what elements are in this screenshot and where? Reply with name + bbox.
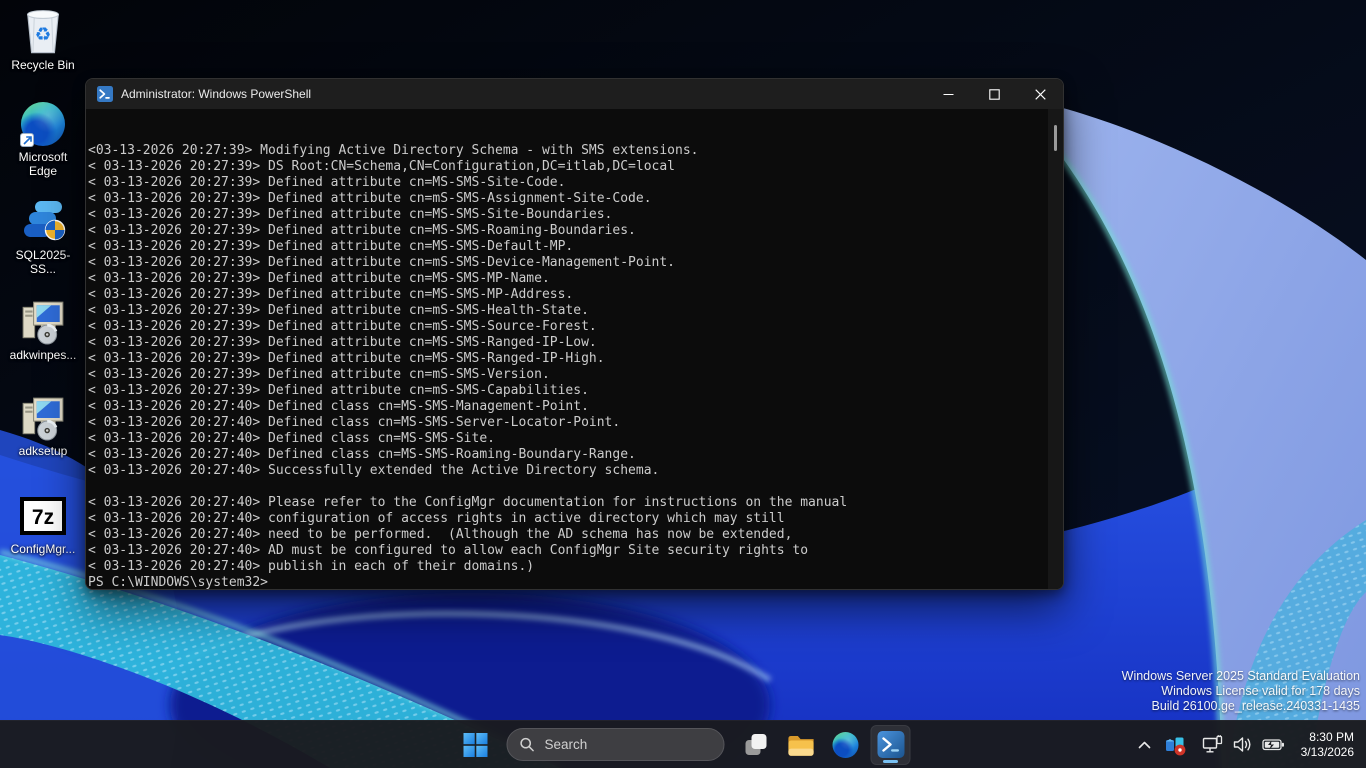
console-line: < 03-13-2026 20:27:39> DS Root:CN=Schema…: [88, 159, 1045, 175]
sql-server-icon: [19, 198, 67, 246]
taskbar-search[interactable]: [507, 728, 725, 761]
console-line: < 03-13-2026 20:27:40> configuration of …: [88, 511, 1045, 527]
battery-charging-icon: [1262, 734, 1285, 755]
console-line: < 03-13-2026 20:27:40> need to be perfor…: [88, 527, 1045, 543]
console-line: PS C:\WINDOWS\system32>: [88, 575, 1045, 590]
console-output: <03-13-2026 20:27:39> Modifying Active D…: [88, 111, 1045, 590]
desktop-icon-label: adksetup: [4, 445, 82, 459]
window-titlebar[interactable]: Administrator: Windows PowerShell: [86, 79, 1063, 109]
tray-app-badge-icon: [1163, 733, 1187, 757]
console-line: < 03-13-2026 20:27:39> Defined attribute…: [88, 207, 1045, 223]
console-line: < 03-13-2026 20:27:39> Defined attribute…: [88, 367, 1045, 383]
desktop-icon-sql2025[interactable]: SQL2025-SS...: [4, 198, 82, 276]
powershell-taskbar-button[interactable]: [871, 725, 911, 765]
console-line: < 03-13-2026 20:27:39> Defined attribute…: [88, 383, 1045, 399]
svg-text:7z: 7z: [32, 506, 54, 529]
search-icon: [520, 737, 535, 752]
active-app-indicator: [883, 760, 898, 763]
desktop-icon-label: adkwinpes...: [4, 349, 82, 363]
task-view-button[interactable]: [736, 725, 776, 765]
taskbar-clock[interactable]: 8:30 PM 3/13/2026: [1295, 730, 1362, 759]
desktop-icon-adksetup[interactable]: adksetup: [4, 394, 82, 459]
console-line: < 03-13-2026 20:27:40> Defined class cn=…: [88, 415, 1045, 431]
quick-settings-button[interactable]: [1194, 734, 1293, 755]
desktop-icon-adkwinpe[interactable]: adkwinpes...: [4, 298, 82, 363]
file-explorer-icon: [787, 733, 814, 757]
console-line: < 03-13-2026 20:27:39> Defined attribute…: [88, 351, 1045, 367]
desktop-icon-microsoft-edge[interactable]: Microsoft Edge: [4, 100, 82, 178]
watermark-line3: Build 26100.ge_release.240331-1435: [1122, 699, 1360, 714]
desktop-icon-recycle-bin[interactable]: ♻ Recycle Bin: [4, 8, 82, 73]
desktop-icon-label: SQL2025-SS...: [4, 249, 82, 276]
seven-zip-icon: 7z: [19, 492, 67, 540]
network-icon: [1202, 734, 1223, 755]
microsoft-edge-icon: [19, 100, 67, 148]
shortcut-arrow-icon: [20, 133, 34, 147]
desktop-icon-configmgr[interactable]: 7z ConfigMgr...: [4, 492, 82, 557]
console-line: < 03-13-2026 20:27:39> Defined attribute…: [88, 239, 1045, 255]
clock-time: 8:30 PM: [1301, 730, 1354, 745]
window-title: Administrator: Windows PowerShell: [121, 87, 925, 101]
volume-icon: [1232, 734, 1253, 755]
console-area[interactable]: <03-13-2026 20:27:39> Modifying Active D…: [86, 109, 1063, 590]
console-line: < 03-13-2026 20:27:40> publish in each o…: [88, 559, 1045, 575]
installer-icon: [19, 298, 67, 346]
tray-app-button[interactable]: [1158, 727, 1192, 763]
console-line: < 03-13-2026 20:27:39> Defined attribute…: [88, 223, 1045, 239]
console-line: < 03-13-2026 20:27:40> Please refer to t…: [88, 495, 1045, 511]
desktop: ♻ Recycle Bin Microsoft Edge SQL2025-SS.…: [0, 0, 1366, 768]
eval-watermark: Windows Server 2025 Standard Evaluation …: [1122, 669, 1360, 714]
console-line: [88, 479, 1045, 495]
minimize-button[interactable]: [925, 79, 971, 109]
console-line: [88, 127, 1045, 143]
console-line: < 03-13-2026 20:27:40> Defined class cn=…: [88, 399, 1045, 415]
watermark-line2: Windows License valid for 178 days: [1122, 684, 1360, 699]
desktop-icon-label: Recycle Bin: [4, 59, 82, 73]
console-line: < 03-13-2026 20:27:40> AD must be config…: [88, 543, 1045, 559]
file-explorer-button[interactable]: [781, 725, 821, 765]
windows-logo-icon: [464, 733, 488, 757]
powershell-window: Administrator: Windows PowerShell <03-13…: [85, 78, 1064, 590]
maximize-button[interactable]: [971, 79, 1017, 109]
tray-chevron-button[interactable]: [1133, 727, 1156, 763]
console-scrollbar[interactable]: [1048, 109, 1063, 590]
desktop-icon-label: Microsoft Edge: [4, 151, 82, 178]
powershell-icon: [97, 86, 113, 102]
console-line: < 03-13-2026 20:27:39> Defined attribute…: [88, 319, 1045, 335]
taskbar: 8:30 PM 3/13/2026: [0, 720, 1366, 768]
console-line: < 03-13-2026 20:27:40> Defined class cn=…: [88, 447, 1045, 463]
chevron-up-icon: [1138, 741, 1151, 749]
console-line: < 03-13-2026 20:27:39> Defined attribute…: [88, 255, 1045, 271]
console-line: < 03-13-2026 20:27:39> Defined attribute…: [88, 191, 1045, 207]
microsoft-edge-icon: [833, 732, 859, 758]
task-view-icon: [743, 732, 768, 757]
installer-icon: [19, 394, 67, 442]
console-line: < 03-13-2026 20:27:39> Defined attribute…: [88, 175, 1045, 191]
clock-date: 3/13/2026: [1301, 745, 1354, 760]
edge-button[interactable]: [826, 725, 866, 765]
scrollbar-thumb[interactable]: [1054, 125, 1057, 151]
search-input[interactable]: [545, 737, 705, 752]
console-line: < 03-13-2026 20:27:39> Defined attribute…: [88, 335, 1045, 351]
powershell-icon: [877, 731, 904, 758]
close-button[interactable]: [1017, 79, 1063, 109]
recycle-bin-icon: ♻: [19, 8, 67, 56]
console-line: < 03-13-2026 20:27:39> Defined attribute…: [88, 287, 1045, 303]
console-line: < 03-13-2026 20:27:39> Defined attribute…: [88, 303, 1045, 319]
console-line: [88, 111, 1045, 127]
console-line: <03-13-2026 20:27:39> Modifying Active D…: [88, 143, 1045, 159]
console-line: < 03-13-2026 20:27:40> Defined class cn=…: [88, 431, 1045, 447]
console-line: < 03-13-2026 20:27:39> Defined attribute…: [88, 271, 1045, 287]
start-button[interactable]: [456, 725, 496, 765]
watermark-line1: Windows Server 2025 Standard Evaluation: [1122, 669, 1360, 684]
desktop-icon-label: ConfigMgr...: [4, 543, 82, 557]
console-line: < 03-13-2026 20:27:40> Successfully exte…: [88, 463, 1045, 479]
svg-text:♻: ♻: [35, 25, 52, 46]
